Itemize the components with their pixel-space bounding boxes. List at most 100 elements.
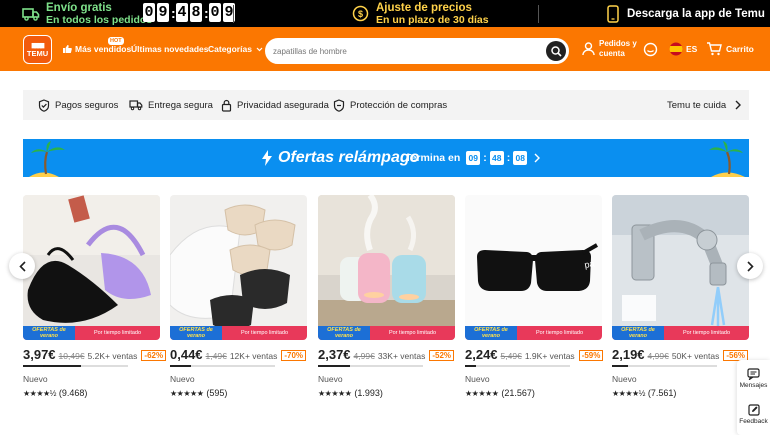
free-shipping-promo[interactable]: Envío gratis En todos los pedidos <box>22 0 152 27</box>
timer-minutes: 48 <box>489 151 504 165</box>
sales-count: 5.2K+ ventas <box>87 351 138 361</box>
promo-tag: OFERTAS de verano Por tiempo limitado <box>465 326 602 340</box>
sales-progress-bar <box>465 365 570 367</box>
discount-badge: -59% <box>578 350 604 361</box>
trust-label: Privacidad asegurada <box>237 99 329 111</box>
product-image[interactable]: OFERTAS de verano Por tiempo limitado <box>170 195 307 340</box>
product-card[interactable]: OFERTAS de verano Por tiempo limitado 0,… <box>170 195 307 405</box>
chevron-down-icon <box>256 47 263 52</box>
flash-sale-banner[interactable]: Ofertas relámpago Termina en 09 : 48 : 0… <box>23 139 749 177</box>
countdown-colon: : <box>171 4 176 21</box>
product-card[interactable]: OFERTAS de verano Por tiempo limitado 3,… <box>23 195 167 405</box>
product-rating: ★★★★★ (1.993) <box>318 388 383 398</box>
countdown-digit: 0 <box>143 3 155 22</box>
nav-best-sellers-label: Más vendidos <box>75 44 132 54</box>
trust-label: Entrega segura <box>148 99 213 111</box>
nav-new-arrivals[interactable]: Últimas novedades <box>131 27 208 71</box>
carousel-next-button[interactable] <box>737 253 763 279</box>
product-image[interactable]: pa OFERTAS de verano Por tiempo limitado <box>465 195 602 340</box>
sales-count: 12K+ ventas <box>229 351 278 361</box>
flash-sale-title-text: Ofertas relámpago <box>278 149 420 166</box>
product-price: 2,37€ <box>318 347 351 362</box>
nav-categories[interactable]: Categorías <box>208 27 263 71</box>
price-row: 3,97€ 10,49€ 5.2K+ ventas -62% <box>23 347 167 362</box>
nav-new-arrivals-label: Últimas novedades <box>131 44 209 54</box>
promo-tag: OFERTAS de verano Por tiempo limitado <box>23 326 160 340</box>
product-status: Nuevo <box>23 374 48 384</box>
summer-offer-label: OFERTAS de verano <box>23 326 75 340</box>
temu-logo[interactable]: ▇▇▇▇ TEMU <box>23 35 52 64</box>
sunglasses-image: pa <box>465 195 602 340</box>
orders-account[interactable]: Pedidos y cuenta <box>582 27 637 71</box>
promo-tag: OFERTAS de verano Por tiempo limitado <box>318 326 455 340</box>
product-image[interactable]: OFERTAS de verano Por tiempo limitado <box>23 195 160 340</box>
language-selector[interactable]: ES <box>669 27 697 71</box>
search-button[interactable] <box>546 41 566 61</box>
trust-item-secure-delivery[interactable]: Entrega segura <box>129 90 213 120</box>
original-price: 10,49€ <box>58 351 85 361</box>
product-card[interactable]: OFERTAS de verano Por tiempo limitado 2,… <box>612 195 749 405</box>
trust-label: Pagos seguros <box>55 99 119 111</box>
product-status: Nuevo <box>465 374 490 384</box>
search-input[interactable] <box>273 43 533 59</box>
messages-button[interactable]: Mensajes <box>737 368 770 389</box>
price-adjustment-promo[interactable]: $ Ajuste de precios En un plazo de 30 dí… <box>352 0 489 27</box>
download-app-text: Descarga la app de Temu <box>627 7 765 20</box>
temu-cares-label: Temu te cuida <box>667 99 727 111</box>
trust-item-privacy[interactable]: Privacidad asegurada <box>221 90 329 120</box>
product-price: 3,97€ <box>23 347 56 362</box>
star-rating-icon: ★★★★½ <box>612 388 645 398</box>
cart-icon <box>706 42 722 56</box>
phone-icon <box>607 4 619 23</box>
user-icon <box>582 42 595 56</box>
product-image[interactable]: OFERTAS de verano Por tiempo limitado <box>612 195 749 340</box>
sales-count: 33K+ ventas <box>377 351 426 361</box>
truck-icon <box>129 99 143 111</box>
search-bar <box>265 38 569 64</box>
support-chat[interactable] <box>643 27 658 71</box>
timer-hours: 09 <box>466 151 481 165</box>
trust-item-purchase-protection[interactable]: Protección de compras <box>333 90 447 120</box>
feedback-button[interactable]: Feedback <box>737 404 770 425</box>
temu-cares-link[interactable]: Temu te cuida <box>667 90 742 120</box>
timer-colon: : <box>483 152 487 164</box>
cart-label: Carrito <box>726 44 754 54</box>
logo-text: TEMU <box>26 48 49 58</box>
product-card[interactable]: OFERTAS de verano Por tiempo limitado 2,… <box>318 195 455 405</box>
price-row: 0,44€ 1,49€ 12K+ ventas -70% <box>170 347 307 362</box>
truck-icon <box>22 7 40 21</box>
original-price: 4,99€ <box>353 351 375 361</box>
product-image[interactable]: OFERTAS de verano Por tiempo limitado <box>318 195 455 340</box>
countdown-digit: 8 <box>190 3 202 22</box>
sales-progress-fill <box>612 365 628 367</box>
promo-countdown: 0 9 : 4 8 : 0 9 <box>143 3 235 22</box>
product-price: 0,44€ <box>170 347 203 362</box>
product-card[interactable]: pa OFERTAS de verano Por tiempo limitado… <box>465 195 604 405</box>
lock-icon <box>221 99 232 112</box>
download-app-promo[interactable]: Descarga la app de Temu <box>607 0 765 27</box>
nav-best-sellers[interactable]: Más vendidos <box>62 27 131 71</box>
product-rating: ★★★★★ (21.567) <box>465 388 535 398</box>
trust-item-secure-payment[interactable]: Pagos seguros <box>38 90 118 120</box>
sales-progress-bar <box>170 365 275 367</box>
summer-offer-label: OFERTAS de verano <box>465 326 517 340</box>
chevron-left-icon <box>18 260 26 272</box>
review-count: (1.993) <box>354 388 383 398</box>
cart-button[interactable]: Carrito <box>706 27 754 71</box>
discount-badge: -62% <box>141 350 167 361</box>
sales-progress-bar <box>612 365 717 367</box>
edit-icon <box>747 404 760 416</box>
review-count: (9.468) <box>58 388 88 398</box>
promo-tag: OFERTAS de verano Por tiempo limitado <box>612 326 749 340</box>
trust-label: Protección de compras <box>350 99 448 111</box>
carousel-prev-button[interactable] <box>9 253 35 279</box>
summer-offer-label: OFERTAS de verano <box>170 326 222 340</box>
star-rating-icon: ★★★★★ <box>318 388 352 398</box>
product-status: Nuevo <box>318 374 343 384</box>
chevron-right-icon <box>735 100 742 110</box>
review-count: (595) <box>206 388 228 398</box>
search-icon <box>550 45 562 57</box>
limited-time-label: Por tiempo limitado <box>388 330 437 336</box>
promo-divider <box>233 5 234 23</box>
message-icon <box>747 368 760 380</box>
